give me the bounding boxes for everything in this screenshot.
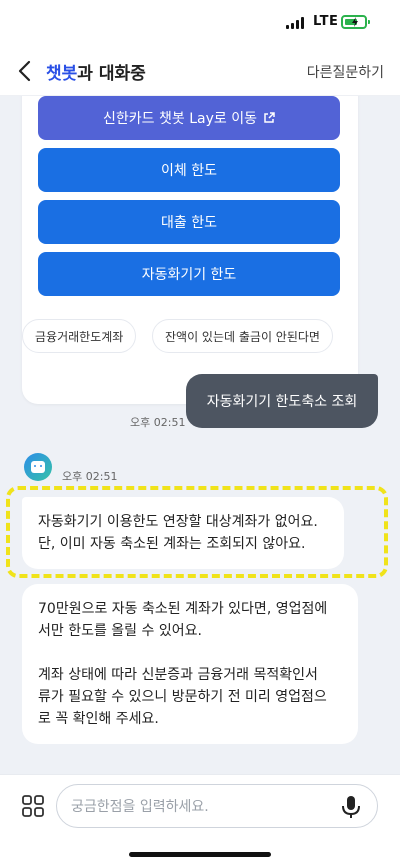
back-button[interactable] — [14, 58, 38, 84]
loan-limit-button[interactable]: 대출 한도 — [38, 200, 340, 244]
bot-message-bubble: 자동화기기 이용한도 연장할 대상계좌가 없어요. 단, 이미 자동 축소된 계… — [22, 497, 344, 569]
bot-message-line: 류가 필요할 수 있으니 방문하기 전 미리 영업점으 — [38, 689, 327, 705]
chip-financial-limit-account[interactable]: 금융거래한도계좌 — [22, 319, 137, 353]
external-link-icon — [264, 112, 275, 123]
chatbot-avatar-icon — [24, 453, 52, 481]
bot-message-line: 자동화기기 이용한도 연장할 대상계좌가 없어요. — [38, 514, 318, 530]
title-highlight: 챗봇 — [46, 64, 78, 84]
bot-message-line: 계좌 상태에 따라 신분증과 금융거래 목적확인서 — [38, 667, 318, 683]
network-label: LTE — [313, 14, 339, 29]
bot-message-line: 70만원으로 자동 축소된 계좌가 있다면, 영업점에 — [38, 601, 328, 617]
bot-message-line: 로 꼭 확인해 주세요. — [38, 711, 159, 727]
transfer-limit-button[interactable]: 이체 한도 — [38, 148, 340, 192]
title-rest: 과 대화중 — [77, 64, 146, 84]
lay-chatbot-label: 신한카드 챗봇 Lay로 이동 — [103, 111, 257, 127]
chat-header: 챗봇과 대화중 다른질문하기 — [0, 46, 400, 96]
status-bar: LTE — [0, 0, 400, 46]
grid-icon — [22, 795, 44, 817]
bot-message-time: 오후 02:51 — [62, 470, 118, 483]
page-title: 챗봇과 대화중 — [46, 59, 146, 84]
bot-message-bubble: 70만원으로 자동 축소된 계좌가 있다면, 영업점에 서만 한도를 올릴 수 … — [22, 584, 358, 744]
microphone-icon — [342, 796, 360, 818]
home-indicator — [129, 852, 271, 857]
menu-card: 신한카드 챗봇 Lay로 이동 이체 한도 대출 한도 자동화기기 한도 — [22, 96, 358, 404]
signal-icon — [286, 17, 304, 29]
atm-limit-button[interactable]: 자동화기기 한도 — [38, 252, 340, 296]
voice-input-button[interactable] — [339, 794, 363, 820]
message-input-wrapper — [56, 784, 378, 828]
chip-balance-withdrawal-issue[interactable]: 잔액이 있는데 출금이 안된다면 — [152, 319, 333, 353]
bot-message-line: 단, 이미 자동 축소된 계좌는 조회되지 않아요. — [38, 536, 306, 552]
battery-icon — [341, 15, 370, 29]
chat-area[interactable]: 신한카드 챗봇 Lay로 이동 이체 한도 대출 한도 자동화기기 한도 금융거… — [0, 96, 400, 774]
bot-message-line: 서만 한도를 올릴 수 있어요. — [38, 623, 202, 639]
other-question-button[interactable]: 다른질문하기 — [307, 62, 384, 82]
user-message-time: 오후 02:51 — [130, 416, 186, 429]
menu-grid-button[interactable] — [22, 795, 44, 817]
message-input[interactable] — [71, 796, 321, 818]
chevron-left-icon — [18, 60, 31, 82]
lay-chatbot-button[interactable]: 신한카드 챗봇 Lay로 이동 — [38, 96, 340, 140]
user-message-bubble: 자동화기기 한도축소 조회 — [186, 374, 378, 428]
